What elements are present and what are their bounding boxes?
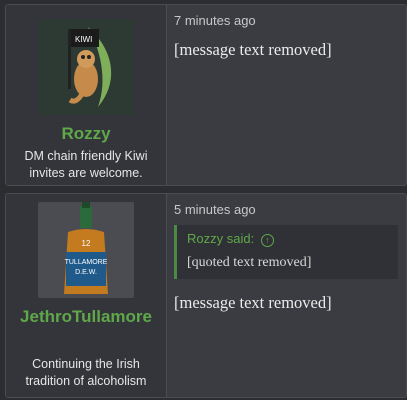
avatar-label-2: D.E.W. [75,269,97,276]
post-2: 12 TULLAMORE D.E.W. JethroTullamore Cont… [5,193,407,398]
avatar-label-3: 12 [82,239,91,248]
avatar-jethrotullamore[interactable]: 12 TULLAMORE D.E.W. [38,202,134,298]
quote-block: Rozzy said: ↑ [quoted text removed] [174,225,398,279]
jump-to-quote-icon[interactable]: ↑ [260,234,274,247]
message-text: [message text removed] [174,293,332,312]
post-2-user-panel: 12 TULLAMORE D.E.W. JethroTullamore Cont… [6,194,167,397]
avatar-label-1: TULLAMORE [65,259,108,266]
signature: Continuing the Irish tradition of alcoho… [25,357,147,388]
timestamp[interactable]: 5 minutes ago [174,202,398,217]
post-2-body: 5 minutes ago Rozzy said: ↑ [quoted text… [174,202,398,313]
quote-text: [quoted text removed] [187,255,312,270]
signature: DM chain friendly Kiwi invites are welco… [24,149,148,180]
message-text: [message text removed] [174,40,332,59]
post-1: KIWI Rozzy DM chain friendly Kiwi invite… [5,4,407,186]
avatar-rozzy[interactable]: KIWI [38,19,134,115]
quote-header[interactable]: Rozzy said: ↑ [187,231,388,247]
username[interactable]: Rozzy [6,123,166,145]
quote-author[interactable]: Rozzy said: [187,231,254,246]
post-1-body: 7 minutes ago [message text removed] [174,13,398,60]
username[interactable]: JethroTullamore [6,306,166,328]
timestamp[interactable]: 7 minutes ago [174,13,398,28]
post-1-user-panel: KIWI Rozzy DM chain friendly Kiwi invite… [6,5,167,185]
avatar-flag-text: KIWI [75,35,92,44]
